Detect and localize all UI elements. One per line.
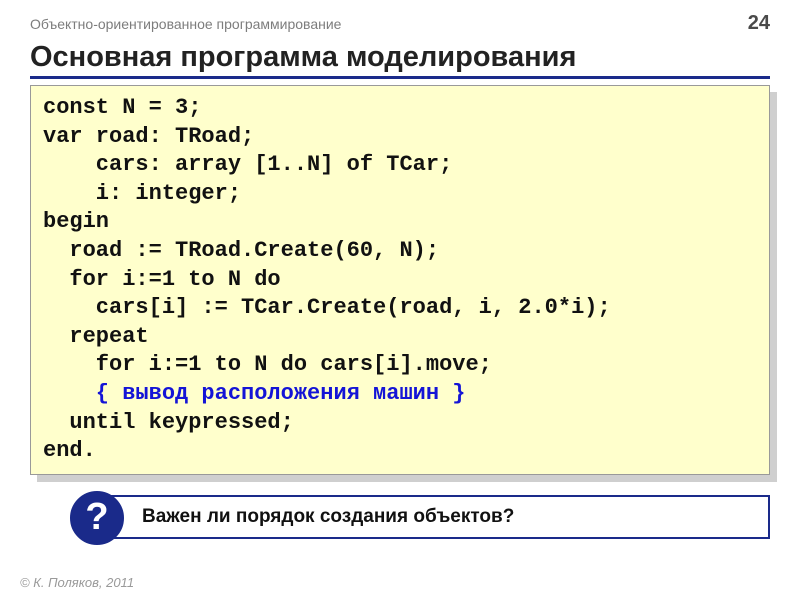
question-mark-icon: ? xyxy=(70,491,124,545)
code-line: const N = 3; xyxy=(43,95,201,120)
code-line: for i:=1 to N do xyxy=(43,267,281,292)
question-text: Важен ли порядок создания объектов? xyxy=(142,506,514,528)
code-block: const N = 3; var road: TRoad; cars: arra… xyxy=(30,85,770,475)
code-line: until keypressed; xyxy=(43,410,294,435)
question-callout: ? Важен ли порядок создания объектов? xyxy=(100,495,770,539)
page-number: 24 xyxy=(748,12,770,35)
code-line: repeat xyxy=(43,324,149,349)
copyright-footer: © К. Поляков, 2011 xyxy=(20,575,134,590)
code-line: cars[i] := TCar.Create(road, i, 2.0*i); xyxy=(43,295,611,320)
slide-header: Объектно-ориентированное программировани… xyxy=(0,0,800,39)
code-line: var road: TRoad; xyxy=(43,124,254,149)
code-content: const N = 3; var road: TRoad; cars: arra… xyxy=(30,85,770,475)
slide-title: Основная программа моделирования xyxy=(30,41,770,79)
code-line: for i:=1 to N do cars[i].move; xyxy=(43,352,492,377)
slide: Объектно-ориентированное программировани… xyxy=(0,0,800,600)
code-line: begin xyxy=(43,209,109,234)
course-title: Объектно-ориентированное программировани… xyxy=(30,16,341,32)
code-line: cars: array [1..N] of TCar; xyxy=(43,152,452,177)
code-line: end. xyxy=(43,438,96,463)
code-line: i: integer; xyxy=(43,181,241,206)
code-comment: { вывод расположения машин } xyxy=(43,381,465,406)
code-line: road := TRoad.Create(60, N); xyxy=(43,238,439,263)
question-box: ? Важен ли порядок создания объектов? xyxy=(100,495,770,539)
